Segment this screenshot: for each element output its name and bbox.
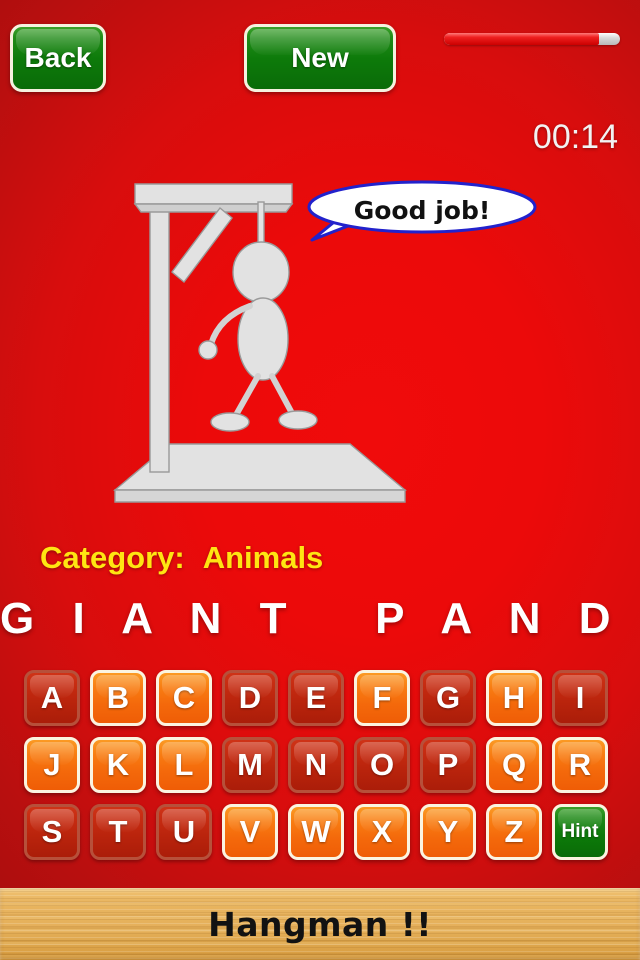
key-b[interactable]: B (90, 670, 146, 726)
category-value: Animals (202, 540, 324, 575)
figure-head (232, 241, 290, 303)
back-button[interactable]: Back (10, 24, 106, 92)
key-u: U (156, 804, 212, 860)
key-f[interactable]: F (354, 670, 410, 726)
figure-left-leg (233, 373, 261, 418)
word-display: G I A N T P A N D A (0, 594, 640, 643)
letter-keyboard: A B C D E F G H I J K L M N O P Q R S T U V W X Y Z Hint (24, 670, 616, 871)
top-toolbar: Back New (0, 0, 640, 110)
new-game-button[interactable]: New (244, 24, 396, 92)
speech-bubble-body (307, 180, 537, 234)
timer-progress-bar (444, 33, 620, 45)
gallows-beam-shadow (133, 203, 294, 213)
figure-hand (198, 340, 218, 360)
key-t: T (90, 804, 146, 860)
key-h[interactable]: H (486, 670, 542, 726)
category-row: Category: Animals (40, 540, 323, 576)
key-z[interactable]: Z (486, 804, 542, 860)
key-c[interactable]: C (156, 670, 212, 726)
app-title: Hangman !! (208, 904, 432, 944)
gallows-beam (134, 183, 293, 205)
key-q[interactable]: Q (486, 737, 542, 793)
timer-display: 00:14 (532, 118, 618, 156)
key-p: P (420, 737, 476, 793)
key-v[interactable]: V (222, 804, 278, 860)
gallows-brace (171, 206, 233, 284)
figure-left-foot (210, 412, 250, 432)
key-n: N (288, 737, 344, 793)
figure-right-foot (278, 410, 318, 430)
key-row: ABCDEFGHI (24, 670, 616, 726)
key-r[interactable]: R (552, 737, 608, 793)
speech-bubble-shape (307, 180, 537, 242)
key-e: E (288, 670, 344, 726)
gallows-base-front (114, 489, 406, 503)
key-s: S (24, 804, 80, 860)
key-w[interactable]: W (288, 804, 344, 860)
gallows-post (149, 206, 170, 473)
category-label: Category: (40, 540, 185, 575)
key-row: S T U V W X Y Z Hint (24, 804, 616, 860)
key-y[interactable]: Y (420, 804, 476, 860)
key-j[interactable]: J (24, 737, 80, 793)
hint-button[interactable]: Hint (552, 804, 608, 860)
key-a: A (24, 670, 80, 726)
speech-bubble: Good job! (306, 180, 538, 242)
key-k[interactable]: K (90, 737, 146, 793)
figure-right-leg (269, 373, 296, 418)
key-m: M (222, 737, 278, 793)
key-g: G (420, 670, 476, 726)
hangman-game-screen: Back New 00:14 Good job! Category: Anima… (0, 0, 640, 960)
key-o: O (354, 737, 410, 793)
key-i: I (552, 670, 608, 726)
key-x[interactable]: X (354, 804, 410, 860)
timer-progress-fill (444, 33, 599, 45)
key-l[interactable]: L (156, 737, 212, 793)
key-d: D (222, 670, 278, 726)
key-row: JKLMNOPQR (24, 737, 616, 793)
footer-wood-bar: Hangman !! (0, 888, 640, 960)
